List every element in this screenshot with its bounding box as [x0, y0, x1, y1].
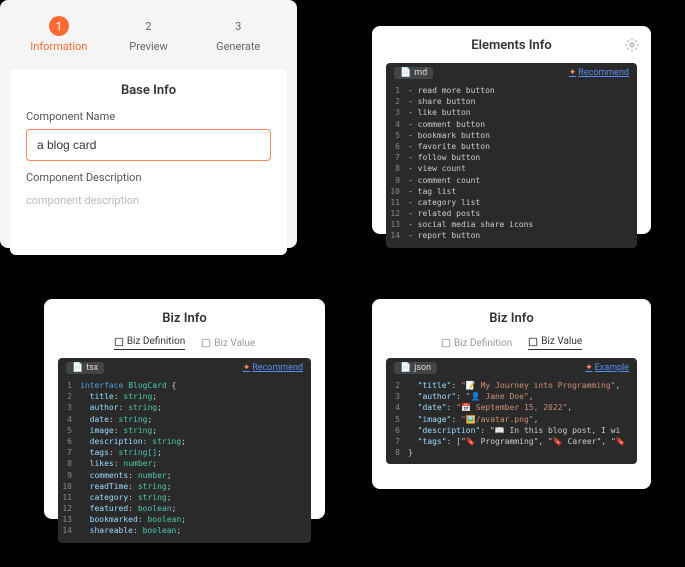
biz-info-panel-1: Biz Info Biz Definition Biz Value 📄 tsx ✦… — [44, 299, 325, 519]
file-type-badge: 📄 tsx — [66, 362, 104, 374]
tab-biz-value[interactable]: Biz Value — [528, 336, 582, 350]
biz-title-2: Biz Info — [386, 311, 637, 326]
biz1-tabs: Biz Definition Biz Value — [58, 336, 311, 350]
settings-icon[interactable] — [625, 38, 639, 52]
wizard-panel: 1Information2Preview3Generate Base Info … — [0, 0, 297, 248]
component-desc-input[interactable]: component description — [26, 190, 271, 237]
recommend-link[interactable]: ✦Recommend — [569, 68, 629, 78]
tab-biz-definition[interactable]: Biz Definition — [114, 336, 185, 350]
base-info-card: Base Info Component Name Component Descr… — [10, 69, 287, 255]
biz2-code-block: 📄 json ✦Example 2 "title": "📝 My Journey… — [386, 358, 637, 464]
example-link[interactable]: ✦Example — [585, 363, 629, 373]
step-generate[interactable]: 3Generate — [193, 16, 283, 53]
biz2-code-lines: 2 "title": "📝 My Journey into Programmin… — [386, 378, 637, 464]
file-type-badge: 📄 json — [394, 362, 437, 374]
biz2-tabs: Biz Definition Biz Value — [386, 336, 637, 350]
elements-code-block: 📄 md ✦Recommend 1- read more button2- sh… — [386, 63, 637, 248]
biz-info-panel-2: Biz Info Biz Definition Biz Value 📄 json … — [372, 299, 651, 489]
elements-title: Elements Info — [386, 38, 637, 53]
elements-info-panel: Elements Info 📄 md ✦Recommend 1- read mo… — [372, 26, 651, 234]
tab-biz-value[interactable]: Biz Value — [201, 336, 255, 350]
component-name-input[interactable] — [26, 129, 271, 161]
steps: 1Information2Preview3Generate — [0, 12, 297, 69]
elements-code-lines: 1- read more button2- share button3- lik… — [386, 83, 637, 248]
step-information[interactable]: 1Information — [14, 16, 104, 53]
biz-title-1: Biz Info — [58, 311, 311, 326]
tab-biz-definition[interactable]: Biz Definition — [441, 336, 512, 350]
recommend-link[interactable]: ✦Recommend — [243, 363, 303, 373]
step-preview[interactable]: 2Preview — [104, 16, 194, 53]
file-type-badge: 📄 md — [394, 67, 433, 79]
component-desc-label: Component Description — [26, 171, 271, 184]
base-info-title: Base Info — [26, 83, 271, 98]
component-name-label: Component Name — [26, 110, 271, 123]
biz1-code-lines: 1interface BlogCard {2 title: string;3 a… — [58, 378, 311, 543]
biz1-code-block: 📄 tsx ✦Recommend 1interface BlogCard {2 … — [58, 358, 311, 543]
